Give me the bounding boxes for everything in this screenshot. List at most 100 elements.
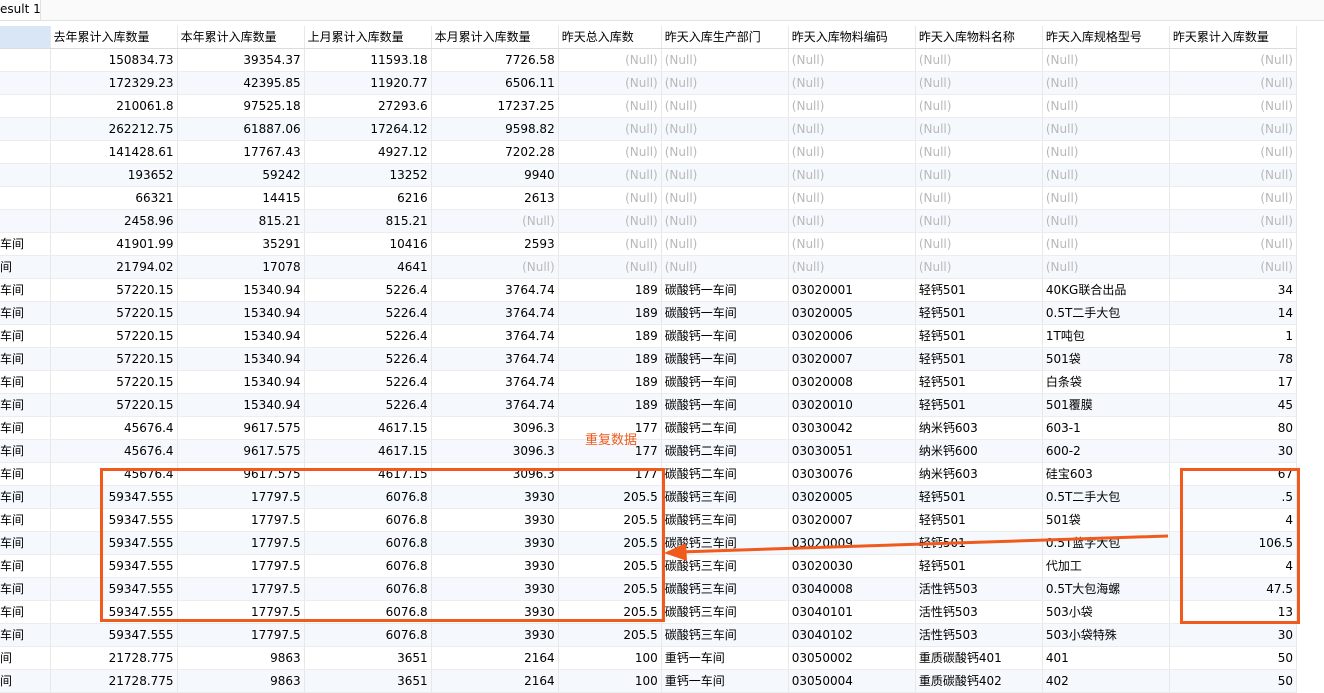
table-cell[interactable]: (Null) bbox=[1042, 255, 1170, 279]
table-cell[interactable]: 活性钙503 bbox=[915, 577, 1043, 601]
row-label-cell[interactable]: 车间 bbox=[0, 462, 51, 486]
table-cell[interactable]: 210061.8 bbox=[50, 94, 178, 118]
table-cell[interactable]: 59347.555 bbox=[50, 531, 178, 555]
table-cell[interactable]: 9863 bbox=[177, 646, 305, 670]
table-cell[interactable]: 17237.25 bbox=[431, 94, 559, 118]
table-cell[interactable]: 189 bbox=[558, 278, 662, 302]
table-cell[interactable]: 17797.5 bbox=[177, 623, 305, 647]
table-cell[interactable]: 17797.5 bbox=[177, 531, 305, 555]
table-cell[interactable]: (Null) bbox=[661, 48, 789, 72]
column-header[interactable]: 昨天入库物料编码 bbox=[788, 26, 916, 49]
table-row[interactable]: 车间 59347.555 17797.5 6076.8 3930 205.5 碳酸钙三车间 0… bbox=[0, 577, 1298, 601]
table-cell[interactable]: (Null) bbox=[788, 186, 916, 210]
table-cell[interactable]: 纳米钙603 bbox=[915, 462, 1043, 486]
table-cell[interactable]: 活性钙503 bbox=[915, 600, 1043, 624]
table-row[interactable]: 间 21728.775 9863 3651 2164 100 重钙一车间 03050004 重质… bbox=[0, 669, 1298, 693]
table-cell[interactable]: 67 bbox=[1169, 462, 1298, 486]
table-cell[interactable]: 59347.555 bbox=[50, 577, 178, 601]
column-header[interactable]: 上月累计入库数量 bbox=[304, 26, 432, 49]
table-cell[interactable]: 10416 bbox=[304, 232, 432, 256]
table-cell[interactable]: 轻钙501 bbox=[915, 278, 1043, 302]
table-cell[interactable]: 59347.555 bbox=[50, 508, 178, 532]
table-row[interactable]: 车间 59347.555 17797.5 6076.8 3930 205.5 碳酸钙三车间 0… bbox=[0, 531, 1298, 555]
table-row[interactable]: 车间 57220.15 15340.94 5226.4 3764.74 189 碳酸钙一车间… bbox=[0, 301, 1298, 325]
table-cell[interactable]: 03030042 bbox=[788, 416, 916, 440]
table-row[interactable]: 150834.73 39354.37 11593.18 7726.58 (Null) (N… bbox=[0, 48, 1298, 72]
table-cell[interactable]: 57220.15 bbox=[50, 370, 178, 394]
table-row[interactable]: 车间 57220.15 15340.94 5226.4 3764.74 189 碳酸钙一车间… bbox=[0, 324, 1298, 348]
row-label-cell[interactable]: 间 bbox=[0, 646, 51, 670]
table-cell[interactable]: 97525.18 bbox=[177, 94, 305, 118]
table-cell[interactable]: 6076.8 bbox=[304, 600, 432, 624]
table-cell[interactable]: 59347.555 bbox=[50, 600, 178, 624]
table-cell[interactable]: 503小袋特殊 bbox=[1042, 623, 1170, 647]
row-label-cell[interactable]: 间 bbox=[0, 669, 51, 693]
table-cell[interactable]: 80 bbox=[1169, 416, 1298, 440]
table-cell[interactable]: 碳酸钙一车间 bbox=[661, 393, 789, 417]
table-cell[interactable]: 03040102 bbox=[788, 623, 916, 647]
table-cell[interactable]: 03040008 bbox=[788, 577, 916, 601]
table-cell[interactable]: 177 bbox=[558, 462, 662, 486]
table-cell[interactable]: (Null) bbox=[558, 94, 662, 118]
table-cell[interactable]: 5226.4 bbox=[304, 370, 432, 394]
table-cell[interactable]: 50 bbox=[1169, 669, 1298, 693]
table-cell[interactable]: 35291 bbox=[177, 232, 305, 256]
table-cell[interactable]: 碳酸钙二车间 bbox=[661, 416, 789, 440]
table-cell[interactable]: (Null) bbox=[661, 140, 789, 164]
column-header[interactable]: 昨天入库规格型号 bbox=[1042, 26, 1170, 49]
table-cell[interactable]: 17078 bbox=[177, 255, 305, 279]
table-cell[interactable]: 5226.4 bbox=[304, 278, 432, 302]
table-cell[interactable]: 3651 bbox=[304, 646, 432, 670]
table-row[interactable]: 车间 59347.555 17797.5 6076.8 3930 205.5 碳酸钙三车间 0… bbox=[0, 623, 1298, 647]
table-cell[interactable]: 5226.4 bbox=[304, 347, 432, 371]
table-cell[interactable]: 轻钙501 bbox=[915, 301, 1043, 325]
row-label-cell[interactable]: 车间 bbox=[0, 278, 51, 302]
table-cell[interactable]: 0.5T蓝字大包 bbox=[1042, 531, 1170, 555]
table-cell[interactable]: 15340.94 bbox=[177, 393, 305, 417]
row-label-cell[interactable]: 车间 bbox=[0, 439, 51, 463]
table-cell[interactable]: 03020005 bbox=[788, 301, 916, 325]
table-cell[interactable]: 活性钙503 bbox=[915, 623, 1043, 647]
table-cell[interactable]: (Null) bbox=[431, 209, 559, 233]
table-cell[interactable]: (Null) bbox=[915, 209, 1043, 233]
table-cell[interactable]: 150834.73 bbox=[50, 48, 178, 72]
table-cell[interactable]: 172329.23 bbox=[50, 71, 178, 95]
table-cell[interactable]: 78 bbox=[1169, 347, 1298, 371]
table-cell[interactable]: (Null) bbox=[661, 232, 789, 256]
table-cell[interactable]: 177 bbox=[558, 439, 662, 463]
table-cell[interactable]: 碳酸钙三车间 bbox=[661, 577, 789, 601]
table-cell[interactable]: (Null) bbox=[1042, 209, 1170, 233]
table-cell[interactable]: 15340.94 bbox=[177, 370, 305, 394]
table-cell[interactable]: 6076.8 bbox=[304, 623, 432, 647]
table-cell[interactable]: 45 bbox=[1169, 393, 1298, 417]
table-cell[interactable]: 205.5 bbox=[558, 508, 662, 532]
table-cell[interactable]: 03020006 bbox=[788, 324, 916, 348]
table-cell[interactable]: (Null) bbox=[1169, 140, 1298, 164]
table-cell[interactable]: (Null) bbox=[558, 186, 662, 210]
table-cell[interactable]: 9617.575 bbox=[177, 416, 305, 440]
table-cell[interactable]: (Null) bbox=[788, 232, 916, 256]
table-cell[interactable]: 5226.4 bbox=[304, 393, 432, 417]
table-cell[interactable]: 3096.3 bbox=[431, 439, 559, 463]
table-cell[interactable]: 603-1 bbox=[1042, 416, 1170, 440]
table-cell[interactable]: 3930 bbox=[431, 485, 559, 509]
table-cell[interactable]: 503小袋 bbox=[1042, 600, 1170, 624]
table-cell[interactable]: (Null) bbox=[788, 163, 916, 187]
table-cell[interactable]: (Null) bbox=[915, 163, 1043, 187]
table-cell[interactable]: 15340.94 bbox=[177, 324, 305, 348]
table-cell[interactable]: 纳米钙600 bbox=[915, 439, 1043, 463]
table-cell[interactable]: 21728.775 bbox=[50, 669, 178, 693]
table-cell[interactable]: 600-2 bbox=[1042, 439, 1170, 463]
table-cell[interactable]: 193652 bbox=[50, 163, 178, 187]
table-cell[interactable]: 59347.555 bbox=[50, 554, 178, 578]
table-cell[interactable]: 17797.5 bbox=[177, 600, 305, 624]
table-cell[interactable]: 代加工 bbox=[1042, 554, 1170, 578]
table-cell[interactable]: (Null) bbox=[1169, 48, 1298, 72]
row-label-cell[interactable]: 车间 bbox=[0, 324, 51, 348]
table-cell[interactable]: 106.5 bbox=[1169, 531, 1298, 555]
table-cell[interactable]: 6076.8 bbox=[304, 485, 432, 509]
table-cell[interactable]: 815.21 bbox=[177, 209, 305, 233]
table-row[interactable]: 210061.8 97525.18 27293.6 17237.25 (Null) (Nu… bbox=[0, 94, 1298, 118]
table-cell[interactable]: 59347.555 bbox=[50, 485, 178, 509]
table-cell[interactable]: 03020008 bbox=[788, 370, 916, 394]
